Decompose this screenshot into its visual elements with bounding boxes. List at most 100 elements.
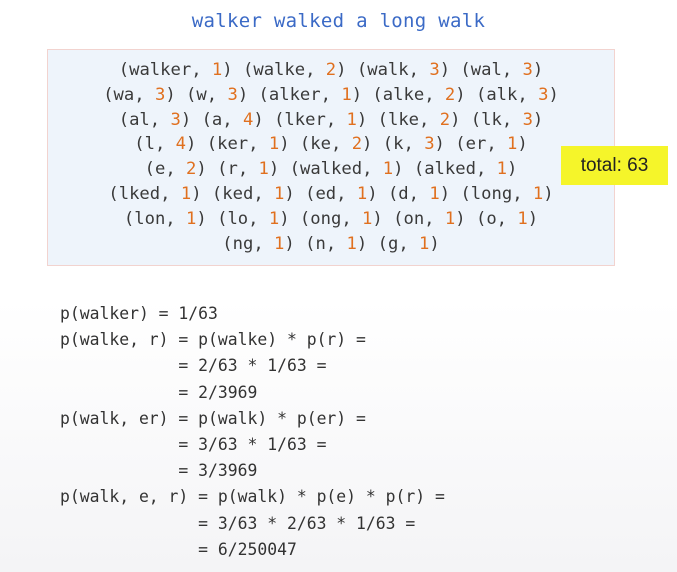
calc-line: = 2/63 * 1/63 = (60, 356, 327, 376)
token-pair: (walked, 1) (289, 159, 404, 180)
token-text: alke (382, 84, 425, 105)
token-count: 1 (258, 159, 269, 180)
token-count: 1 (429, 183, 440, 204)
token-count: 4 (242, 109, 254, 130)
token-line: (lked, 1) (ked, 1) (ed, 1) (d, 1) (long,… (48, 182, 614, 207)
token-count: 1 (341, 84, 352, 105)
token-pair: (g, 1) (377, 233, 440, 254)
token-count: 1 (444, 208, 456, 229)
token-count: 2 (186, 159, 197, 180)
token-count-box: (walker, 1) (walke, 2) (walk, 3) (wal, 3… (47, 49, 615, 266)
token-text: er (465, 134, 487, 155)
token-text: a (211, 109, 223, 130)
token-count: 2 (439, 109, 451, 130)
calc-line: = 3/3969 (60, 461, 258, 481)
token-text: alked (424, 159, 476, 180)
token-text: wa (113, 84, 135, 105)
token-pair: (ong, 1) (299, 208, 383, 229)
token-count: 1 (268, 134, 280, 155)
token-pair: (walk, 3) (356, 60, 451, 80)
token-count: 3 (538, 84, 549, 105)
token-count: 1 (507, 134, 518, 155)
token-text: lk (481, 109, 502, 130)
token-text: alk (486, 84, 518, 105)
token-pair: (long, 1) (460, 183, 554, 204)
token-line: (l, 4) (ker, 1) (ke, 2) (k, 3) (er, 1) (48, 132, 614, 157)
calc-line: = 2/3969 (60, 382, 258, 402)
token-count: 1 (532, 183, 544, 204)
token-text: ng (232, 233, 254, 254)
token-text: walke (253, 60, 306, 80)
page-title: walker walked a long walk (191, 10, 486, 32)
token-pair: (lked, 1) (108, 183, 202, 204)
token-count: 1 (274, 233, 285, 254)
token-pair: (lo, 1) (217, 208, 290, 229)
token-count: 3 (227, 84, 238, 105)
token-text: k (393, 134, 404, 155)
token-pair: (alked, 1) (413, 159, 518, 180)
token-text: ed (315, 183, 337, 204)
token-text: ked (222, 183, 254, 204)
token-text: alker (268, 84, 321, 105)
token-text: g (387, 233, 399, 254)
token-pair: (walker, 1) (118, 60, 233, 80)
token-pair: (ng, 1) (222, 233, 295, 254)
token-pair: (alk, 3) (475, 84, 559, 105)
token-line: (lon, 1) (lo, 1) (ong, 1) (on, 1) (o, 1) (48, 207, 614, 232)
token-pair: (on, 1) (393, 208, 466, 229)
token-text: walk (367, 60, 409, 80)
token-pair: (r, 1) (217, 159, 280, 180)
token-text: r (227, 159, 238, 180)
token-text: w (196, 84, 207, 105)
total-badge: total: 63 (561, 146, 668, 185)
token-text: walker (129, 60, 192, 80)
token-count: 1 (517, 208, 528, 229)
token-text: l (144, 134, 155, 155)
token-count: 1 (274, 183, 285, 204)
token-text: walked (299, 159, 363, 180)
token-count: 3 (429, 60, 440, 80)
token-text: d (398, 183, 409, 204)
token-count: 3 (154, 84, 166, 105)
token-line: (wa, 3) (w, 3) (alker, 1) (alke, 2) (alk… (48, 83, 614, 108)
token-pair: (w, 3) (186, 84, 249, 105)
token-count: 1 (419, 233, 430, 254)
token-text: lon (134, 208, 166, 229)
calc-line: p(walk, e, r) = p(walk) * p(e) * p(r) = (60, 487, 445, 507)
token-count: 3 (522, 60, 533, 80)
token-count: 1 (346, 233, 357, 254)
token-text: lker (284, 109, 326, 130)
token-count: 4 (175, 134, 187, 155)
token-count: 3 (522, 109, 533, 130)
token-pair: (k, 3) (382, 134, 445, 155)
token-text: wal (470, 60, 502, 80)
token-text: o (486, 208, 497, 229)
token-pair: (a, 4) (201, 109, 264, 130)
token-count: 1 (356, 183, 368, 204)
token-pair: (lker, 1) (274, 109, 368, 130)
token-pair: (alke, 2) (372, 84, 466, 105)
token-pair: (o, 1) (475, 208, 539, 229)
token-count: 1 (362, 208, 373, 229)
calc-line: = 3/63 * 1/63 = (60, 435, 327, 455)
token-pair: (e, 2) (144, 159, 207, 180)
token-count: 3 (170, 109, 181, 130)
token-text: e (154, 159, 166, 180)
token-text: n (315, 233, 326, 254)
token-text: on (403, 208, 425, 229)
token-count: 1 (186, 208, 197, 229)
token-pair: (n, 1) (305, 233, 368, 254)
token-pair: (wa, 3) (103, 84, 176, 105)
calc-line: p(walke, r) = p(walke) * p(r) = (60, 330, 366, 350)
token-pair: (lk, 3) (470, 109, 544, 130)
token-pair: (walke, 2) (242, 60, 347, 80)
token-count: 2 (351, 134, 363, 155)
calc-line: p(walk, er) = p(walk) * p(er) = (60, 408, 366, 428)
calc-line: = 3/63 * 2/63 * 1/63 = (60, 513, 416, 533)
probability-calculations: p(walker) = 1/63 p(walke, r) = p(walke) *… (60, 301, 445, 563)
token-text: ke (310, 134, 331, 155)
calc-line: p(walker) = 1/63 (60, 304, 218, 323)
token-count: 1 (382, 159, 394, 180)
token-line: (e, 2) (r, 1) (walked, 1) (alked, 1) (48, 157, 614, 182)
token-count: 2 (444, 84, 456, 105)
